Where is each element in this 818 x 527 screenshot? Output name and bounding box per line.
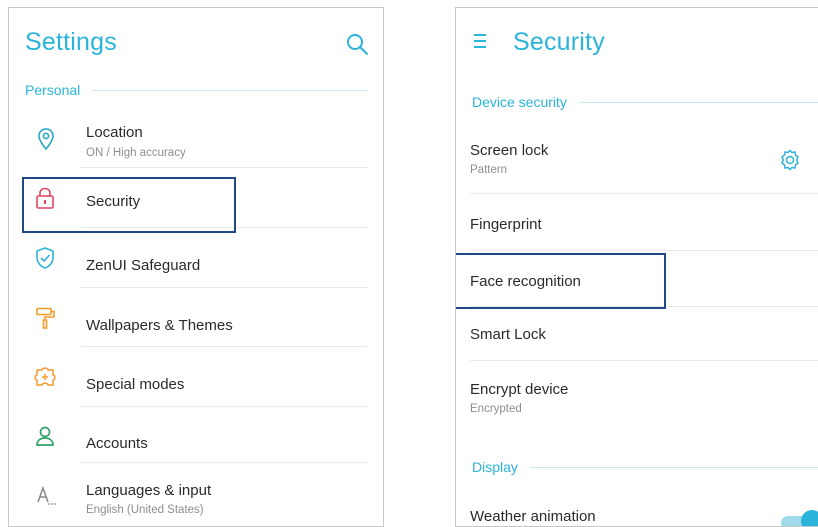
settings-item-special-modes[interactable]: Special modes	[9, 347, 383, 407]
item-title: Special modes	[86, 376, 185, 393]
item-title: Location	[86, 124, 143, 141]
item-title: Screen lock	[470, 142, 549, 159]
item-subtitle: ON / High accuracy	[86, 147, 186, 159]
item-title: ZenUI Safeguard	[86, 257, 201, 274]
highlight-box-security	[22, 177, 236, 233]
security-item-fingerprint[interactable]: Fingerprint	[456, 194, 818, 251]
section-label-personal: Personal	[25, 82, 81, 98]
hamburger-menu-icon[interactable]	[474, 33, 489, 49]
security-app-bar: Security	[456, 8, 818, 74]
highlight-box-face-recognition	[456, 253, 666, 309]
item-title: Accounts	[86, 435, 148, 452]
item-subtitle: Encrypted	[470, 403, 522, 415]
section-divider	[578, 101, 818, 103]
settings-item-zenui-safeguard[interactable]: ZenUI Safeguard	[9, 228, 383, 288]
settings-title: Settings	[25, 28, 117, 56]
item-subtitle: English (United States)	[86, 504, 204, 516]
shield-check-icon	[36, 247, 54, 269]
section-header-display: Display	[472, 458, 818, 476]
item-title: Wallpapers & Themes	[86, 317, 233, 334]
puzzle-plus-icon	[34, 367, 56, 386]
settings-item-accounts[interactable]: Accounts	[9, 407, 383, 463]
location-pin-icon	[38, 128, 54, 151]
item-title: Weather animation	[470, 508, 596, 525]
item-title: Languages & input	[86, 482, 212, 499]
security-title: Security	[513, 28, 605, 56]
security-item-encrypt-device[interactable]: Encrypt device Encrypted	[456, 361, 818, 431]
paint-roller-icon	[36, 307, 55, 329]
item-subtitle: Pattern	[470, 164, 508, 176]
search-icon[interactable]	[345, 32, 369, 56]
settings-app-bar: Settings	[9, 8, 383, 74]
settings-screen: Settings Personal Location ON / High acc…	[8, 7, 384, 527]
section-header-personal: Personal	[25, 81, 367, 99]
section-divider	[92, 89, 367, 91]
person-icon	[36, 426, 54, 446]
section-divider	[529, 466, 818, 468]
section-label-display: Display	[472, 459, 518, 475]
section-header-device-security: Device security	[472, 93, 818, 111]
settings-item-languages-input[interactable]: Languages & input English (United States…	[9, 463, 383, 526]
item-title: Fingerprint	[470, 216, 542, 233]
item-title: Encrypt device	[470, 381, 569, 398]
language-icon	[37, 485, 56, 505]
security-item-smart-lock[interactable]: Smart Lock	[456, 307, 818, 361]
settings-item-location[interactable]: Location ON / High accuracy	[9, 110, 383, 168]
section-label-device-security: Device security	[472, 94, 567, 110]
security-item-weather-animation[interactable]: Weather animation	[456, 498, 818, 526]
security-item-screen-lock[interactable]: Screen lock Pattern	[456, 126, 818, 194]
item-title: Smart Lock	[470, 326, 546, 343]
security-screen: Security Device security Screen lock Pat…	[455, 7, 818, 527]
settings-item-wallpapers-themes[interactable]: Wallpapers & Themes	[9, 288, 383, 347]
gear-icon[interactable]	[778, 148, 802, 172]
